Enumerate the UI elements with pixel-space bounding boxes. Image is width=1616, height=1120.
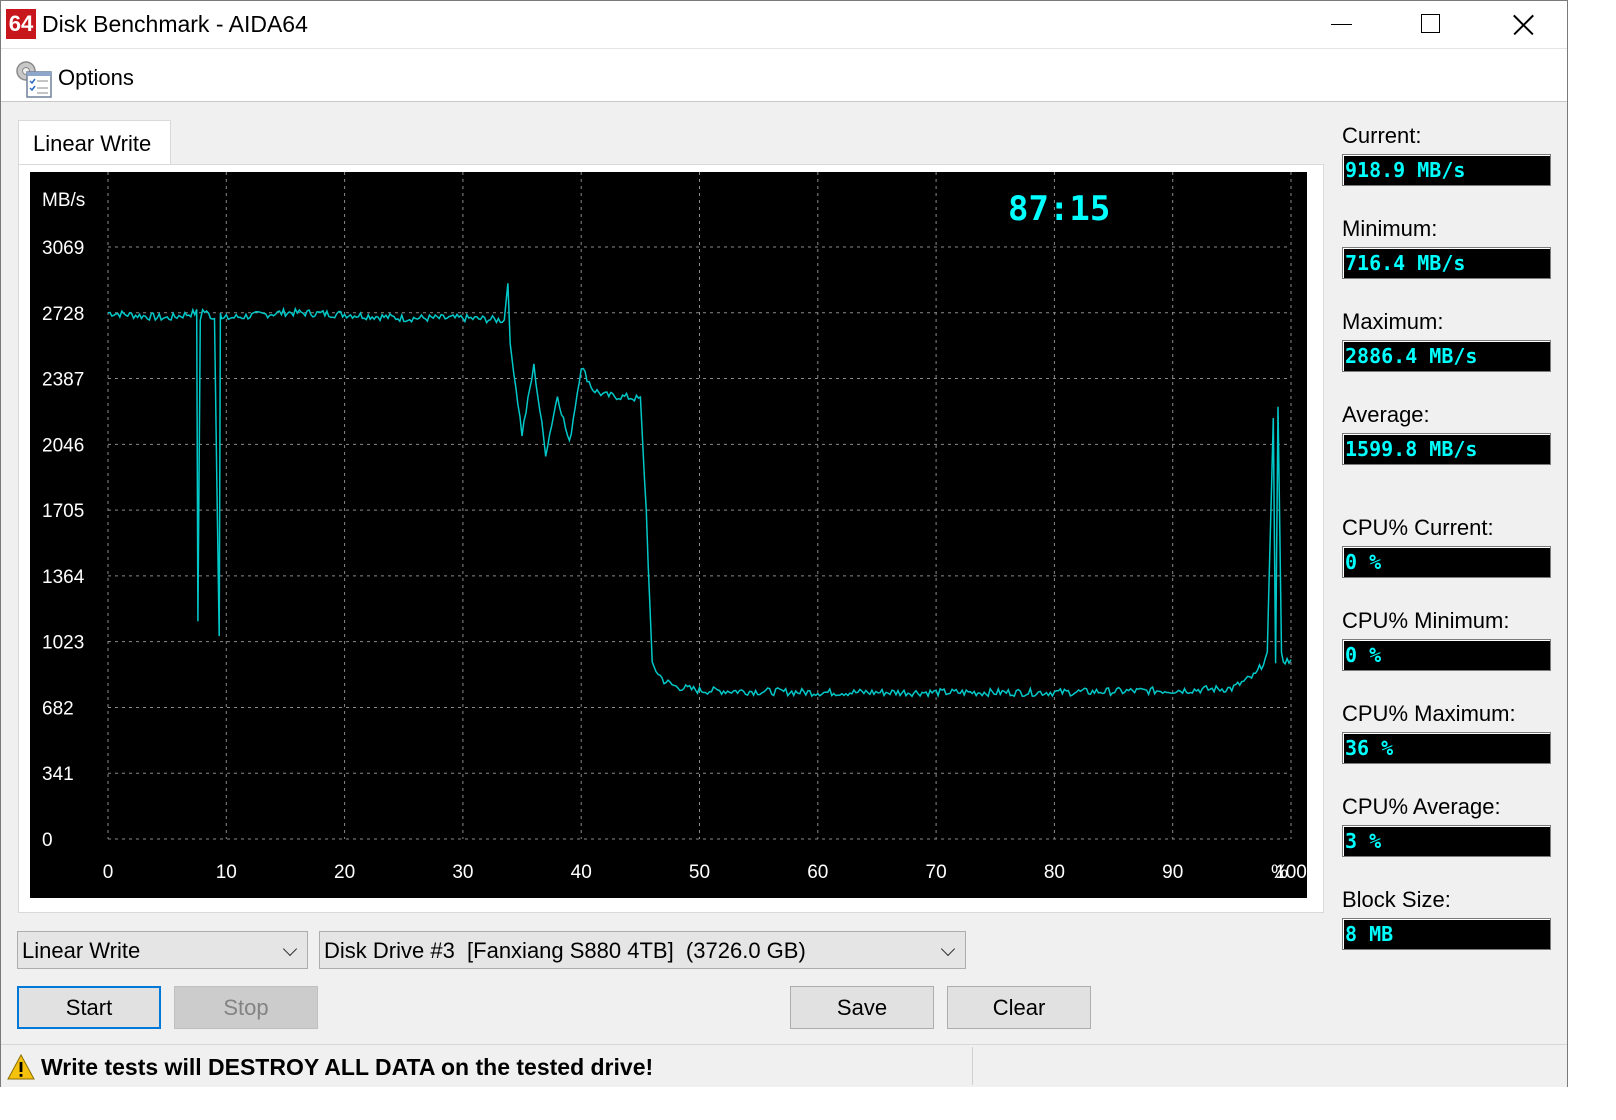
cpu-current-label: CPU% Current: bbox=[1342, 515, 1494, 540]
x-tick-label: 20 bbox=[334, 862, 355, 883]
title-bar[interactable]: 64 Disk Benchmark - AIDA64 bbox=[1, 1, 1567, 48]
y-tick-label: 1705 bbox=[42, 501, 84, 522]
benchmark-chart: MB/s 3069 2728 2387 2046 1705 1364 1023 682 341 0… bbox=[30, 172, 1307, 898]
y-tick-label: 2387 bbox=[42, 370, 84, 391]
minimum-value: 716.4 MB/s bbox=[1342, 247, 1551, 279]
block-size-value: 8 MB bbox=[1342, 918, 1551, 950]
maximum-value: 2886.4 MB/s bbox=[1342, 340, 1551, 372]
maximize-icon bbox=[1421, 14, 1440, 33]
x-tick-label: 50 bbox=[689, 862, 710, 883]
y-tick-label: 1364 bbox=[42, 567, 85, 588]
maximize-button[interactable] bbox=[1387, 1, 1477, 48]
options-menu[interactable]: Options bbox=[58, 65, 134, 91]
test-type-value: Linear Write bbox=[22, 938, 141, 963]
y-tick-label: 341 bbox=[42, 764, 74, 785]
window-title: Disk Benchmark - AIDA64 bbox=[42, 11, 308, 37]
minimize-icon bbox=[1331, 24, 1352, 25]
cpu-average-value: 3 % bbox=[1342, 825, 1551, 857]
cpu-average-label: CPU% Average: bbox=[1342, 794, 1501, 819]
chart-grid bbox=[107, 172, 1292, 840]
menu-bar: Options bbox=[1, 48, 1567, 102]
y-tick-labels: 3069 2728 2387 2046 1705 1364 1023 682 341 0 bbox=[42, 238, 85, 851]
average-label: Average: bbox=[1342, 402, 1430, 427]
status-divider bbox=[972, 1047, 973, 1085]
save-button[interactable]: Save bbox=[790, 986, 934, 1029]
options-icon[interactable] bbox=[12, 58, 54, 98]
cpu-maximum-label: CPU% Maximum: bbox=[1342, 701, 1516, 726]
maximum-label: Maximum: bbox=[1342, 309, 1444, 334]
aida64-app-icon: 64 bbox=[6, 9, 36, 39]
close-button[interactable] bbox=[1477, 1, 1567, 48]
elapsed-timer: 87:15 bbox=[1008, 189, 1110, 229]
cpu-minimum-value: 0 % bbox=[1342, 639, 1551, 671]
y-tick-label: 1023 bbox=[42, 633, 84, 654]
warning-icon bbox=[7, 1054, 35, 1080]
x-tick-label: 30 bbox=[452, 862, 473, 883]
cpu-current-value: 0 % bbox=[1342, 546, 1551, 578]
x-tick-label: 40 bbox=[571, 862, 592, 883]
test-type-select[interactable]: Linear Write bbox=[17, 931, 308, 969]
y-tick-label: 0 bbox=[42, 830, 53, 851]
benchmark-window: 64 Disk Benchmark - AIDA64 Options Linea… bbox=[0, 0, 1568, 1087]
x-tick-label: 0 bbox=[103, 862, 114, 883]
x-tick-label: 80 bbox=[1044, 862, 1065, 883]
drive-value: Disk Drive #3 [Fanxiang S880 4TB] (3726.… bbox=[324, 938, 806, 963]
y-tick-label: 682 bbox=[42, 698, 74, 719]
current-value: 918.9 MB/s bbox=[1342, 154, 1551, 186]
x-tick-label: 90 bbox=[1162, 862, 1183, 883]
cpu-maximum-value: 36 % bbox=[1342, 732, 1551, 764]
x-tick-labels: 0 10 20 30 40 50 60 70 80 90 100 bbox=[103, 862, 1307, 883]
minimize-button[interactable] bbox=[1297, 1, 1387, 48]
status-bar: Write tests will DESTROY ALL DATA on the… bbox=[1, 1044, 1567, 1087]
x-tick-label: 60 bbox=[807, 862, 828, 883]
y-axis-label: MB/s bbox=[42, 190, 85, 211]
y-tick-label: 3069 bbox=[42, 238, 84, 259]
chevron-down-icon bbox=[940, 941, 956, 957]
warning-message: Write tests will DESTROY ALL DATA on the… bbox=[41, 1054, 654, 1080]
chart-svg: MB/s 3069 2728 2387 2046 1705 1364 1023 682 341 0… bbox=[42, 172, 1307, 883]
stop-button[interactable]: Stop bbox=[174, 986, 318, 1029]
clear-button[interactable]: Clear bbox=[947, 986, 1091, 1029]
y-tick-label: 2728 bbox=[42, 304, 84, 325]
tab-linear-write[interactable]: Linear Write bbox=[18, 120, 171, 165]
chevron-down-icon bbox=[282, 941, 298, 957]
minimum-label: Minimum: bbox=[1342, 216, 1438, 241]
x-tick-label: 70 bbox=[926, 862, 947, 883]
current-label: Current: bbox=[1342, 123, 1422, 148]
start-button[interactable]: Start bbox=[17, 986, 161, 1029]
block-size-label: Block Size: bbox=[1342, 887, 1451, 912]
x-tick-label: 10 bbox=[216, 862, 237, 883]
x-axis-unit: % bbox=[1271, 862, 1288, 883]
drive-select[interactable]: Disk Drive #3 [Fanxiang S880 4TB] (3726.… bbox=[319, 931, 966, 969]
y-tick-label: 2046 bbox=[42, 435, 84, 456]
cpu-minimum-label: CPU% Minimum: bbox=[1342, 608, 1510, 633]
average-value: 1599.8 MB/s bbox=[1342, 433, 1551, 465]
